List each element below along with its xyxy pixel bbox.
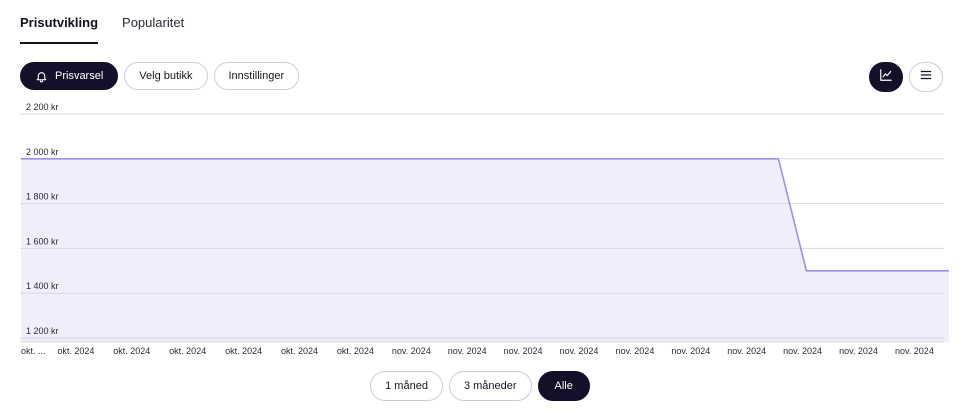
list-view-button[interactable] — [909, 62, 943, 92]
tab-prisutvikling[interactable]: Prisutvikling — [20, 0, 99, 44]
x-tick-label: okt. ... — [21, 346, 46, 356]
x-tick-label: okt. 2024 — [337, 346, 374, 356]
x-tick-label: nov. 2024 — [504, 346, 543, 356]
bell-icon — [35, 70, 48, 83]
x-tick-label: okt. 2024 — [57, 346, 94, 356]
y-tick-label: 2 200 kr — [26, 102, 59, 112]
y-tick-label: 1 800 kr — [26, 192, 59, 202]
y-tick-label: 1 600 kr — [26, 236, 59, 246]
select-store-button[interactable]: Velg butikk — [124, 62, 208, 90]
x-tick-label: nov. 2024 — [783, 346, 822, 356]
x-tick-label: okt. 2024 — [169, 346, 206, 356]
x-tick-label: nov. 2024 — [392, 346, 431, 356]
price-area-fill — [21, 158, 949, 342]
x-tick-label: okt. 2024 — [113, 346, 150, 356]
view-toggle — [869, 62, 943, 92]
chart-view-button[interactable] — [869, 62, 903, 92]
settings-label: Innstillinger — [228, 70, 285, 82]
price-history-chart: 2 200 kr 2 000 kr 1 800 kr 1 600 kr 1 400 kr… — [20, 102, 949, 356]
x-tick-label: okt. 2024 — [225, 346, 262, 356]
time-range-selector: 1 måned 3 måneder Alle — [0, 371, 960, 401]
line-chart-icon — [879, 68, 893, 87]
x-tick-label: nov. 2024 — [560, 346, 599, 356]
tab-bar: Prisutvikling Popularitet — [20, 0, 184, 44]
x-tick-label: nov. 2024 — [839, 346, 878, 356]
price-alert-label: Prisvarsel — [55, 70, 104, 82]
range-3-months-button[interactable]: 3 måneder — [448, 371, 532, 401]
x-tick-label: nov. 2024 — [895, 346, 934, 356]
x-tick-label: nov. 2024 — [448, 346, 487, 356]
x-tick-label: nov. 2024 — [615, 346, 654, 356]
settings-button[interactable]: Innstillinger — [213, 62, 300, 90]
y-tick-label: 1 400 kr — [26, 281, 59, 291]
menu-icon — [919, 68, 933, 87]
range-1-month-button[interactable]: 1 måned — [370, 371, 443, 401]
x-tick-label: okt. 2024 — [281, 346, 318, 356]
y-tick-label: 2 000 kr — [26, 147, 59, 157]
x-tick-label: nov. 2024 — [671, 346, 710, 356]
select-store-label: Velg butikk — [139, 70, 193, 82]
range-all-button[interactable]: Alle — [537, 371, 590, 401]
y-tick-label: 1 200 kr — [26, 326, 59, 336]
tab-popularitet[interactable]: Popularitet — [122, 0, 184, 44]
x-tick-label: nov. 2024 — [727, 346, 766, 356]
price-alert-button[interactable]: Prisvarsel — [20, 62, 119, 90]
chart-toolbar: Prisvarsel Velg butikk Innstillinger — [20, 62, 300, 90]
